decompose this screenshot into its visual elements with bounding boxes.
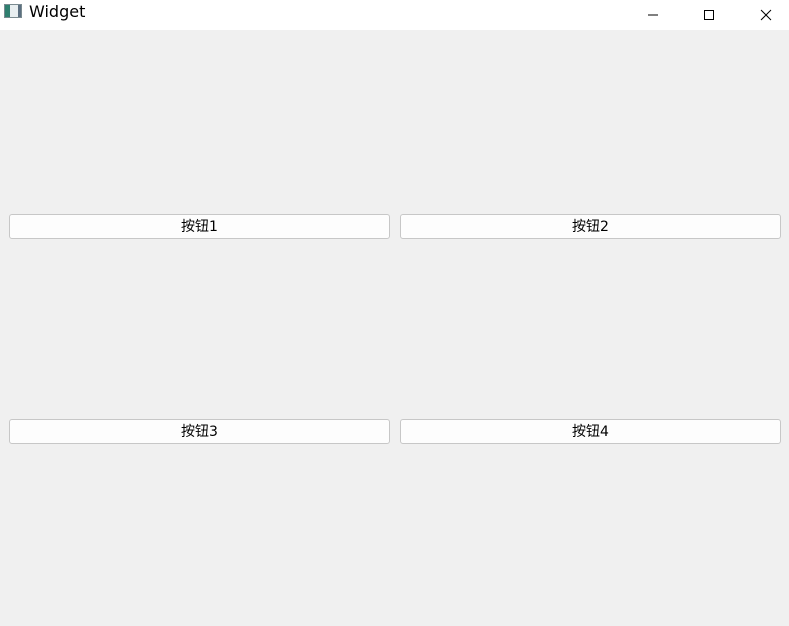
- maximize-button[interactable]: [686, 0, 732, 30]
- app-window-icon: [4, 4, 22, 18]
- widget-content: 按钮1 按钮2 按钮3 按钮4: [0, 30, 789, 626]
- minimize-icon: [648, 14, 658, 16]
- button-1[interactable]: 按钮1: [9, 214, 390, 239]
- button-2[interactable]: 按钮2: [400, 214, 781, 239]
- button-3[interactable]: 按钮3: [9, 419, 390, 444]
- close-icon: [760, 9, 772, 21]
- button-4[interactable]: 按钮4: [400, 419, 781, 444]
- minimize-button[interactable]: [630, 0, 676, 30]
- close-button[interactable]: [743, 0, 789, 30]
- title-bar[interactable]: Widget: [0, 0, 789, 30]
- maximize-icon: [704, 10, 714, 20]
- main-window: Widget 按钮1 按钮2 按钮3 按钮4: [0, 0, 789, 626]
- window-title: Widget: [29, 2, 86, 21]
